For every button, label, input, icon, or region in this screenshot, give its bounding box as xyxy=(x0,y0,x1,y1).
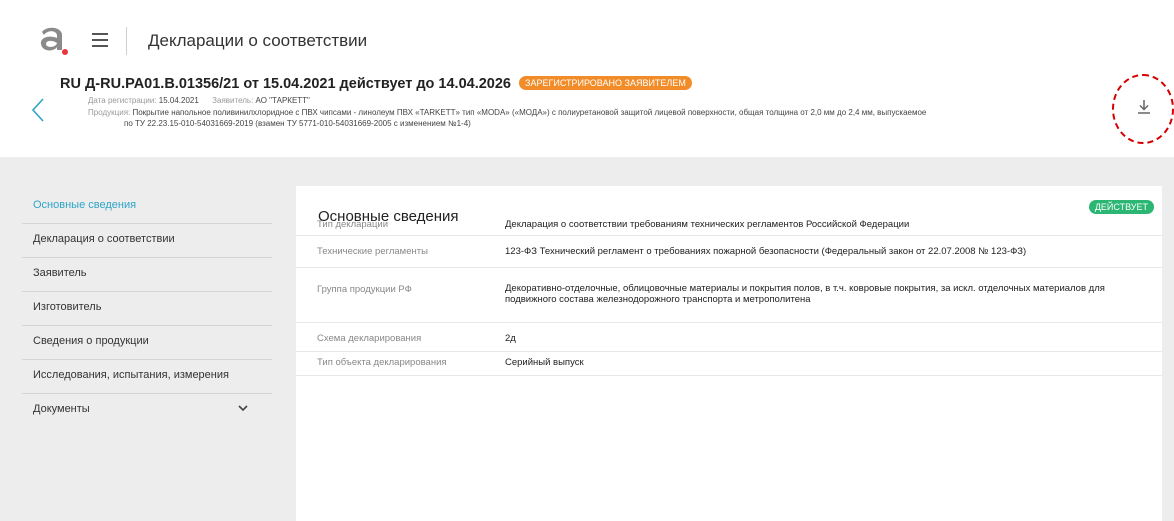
table-row: Тип декларации Декларация о соответствии… xyxy=(296,210,1162,236)
sidebar-item-documents[interactable]: Документы xyxy=(22,394,272,428)
row-value: Декоративно-отделочные, облицовочные мат… xyxy=(505,283,1105,305)
product-label: Продукция: xyxy=(88,108,131,117)
row-value: Серийный выпуск xyxy=(505,357,584,368)
row-value: 123-ФЗ Технический регламент о требовани… xyxy=(505,246,1027,257)
product-description: Продукция: Покрытие напольное поливинилх… xyxy=(88,107,1098,129)
row-label: Тип декларации xyxy=(317,219,389,230)
app-title: Декларации о соответствии xyxy=(148,31,368,50)
sidebar-item-declaration[interactable]: Декларация о соответствии xyxy=(22,224,272,258)
row-label: Группа продукции РФ xyxy=(317,284,412,295)
highlight-circle xyxy=(1112,74,1174,144)
table-row: Схема декларирования 2д xyxy=(296,323,1162,352)
sidebar-item-manufacturer[interactable]: Изготовитель xyxy=(22,292,272,326)
row-value: 2д xyxy=(505,333,516,344)
product-line-2: по ТУ 22.23.15-010-54031669-2019 (взамен… xyxy=(124,119,471,128)
top-bar: Декларации о соответствии xyxy=(0,0,1174,72)
sidebar-item-documents-label: Документы xyxy=(33,403,90,415)
sidebar-item-applicant[interactable]: Заявитель xyxy=(22,258,272,292)
sidebar-nav: Основные сведения Декларация о соответст… xyxy=(22,190,272,428)
document-title: RU Д-RU.PA01.B.01356/21 от 15.04.2021 де… xyxy=(60,76,692,92)
table-row: Группа продукции РФ Декоративно-отделочн… xyxy=(296,268,1162,323)
document-number: RU Д-RU.PA01.B.01356/21 от 15.04.2021 де… xyxy=(60,76,511,92)
divider xyxy=(126,27,127,55)
sidebar-item-basic-info[interactable]: Основные сведения xyxy=(22,190,272,224)
document-meta: Дата регистрации: 15.04.2021 Заявитель: … xyxy=(88,96,310,105)
hamburger-icon[interactable] xyxy=(92,33,108,47)
reg-date-label: Дата регистрации: xyxy=(88,96,157,105)
row-label: Схема декларирования xyxy=(317,333,422,344)
status-badge: ЗАРЕГИСТРИРОВАНО ЗАЯВИТЕЛЕМ xyxy=(519,76,692,91)
product-line-1: Покрытие напольное поливинилхлоридное с … xyxy=(132,108,927,117)
table-row: Тип объекта декларирования Серийный выпу… xyxy=(296,352,1162,376)
row-label: Технические регламенты xyxy=(317,246,428,257)
reg-date-value: 15.04.2021 xyxy=(158,96,199,105)
main-card: Основные сведения ДЕЙСТВУЕТ Тип декларац… xyxy=(296,186,1162,521)
chevron-left-icon[interactable] xyxy=(28,96,48,124)
logo-icon[interactable] xyxy=(38,24,68,56)
applicant-value: АО "ТАРКЕТТ" xyxy=(255,96,310,105)
table-row: Технические регламенты 123-ФЗ Технически… xyxy=(296,236,1162,268)
row-value: Декларация о соответствии требованиям те… xyxy=(505,219,910,230)
row-label: Тип объекта декларирования xyxy=(317,357,447,368)
sidebar-item-product[interactable]: Сведения о продукции xyxy=(22,326,272,360)
applicant-label: Заявитель: xyxy=(212,96,254,105)
chevron-down-icon xyxy=(238,405,248,412)
sidebar-item-tests[interactable]: Исследования, испытания, измерения xyxy=(22,360,272,394)
